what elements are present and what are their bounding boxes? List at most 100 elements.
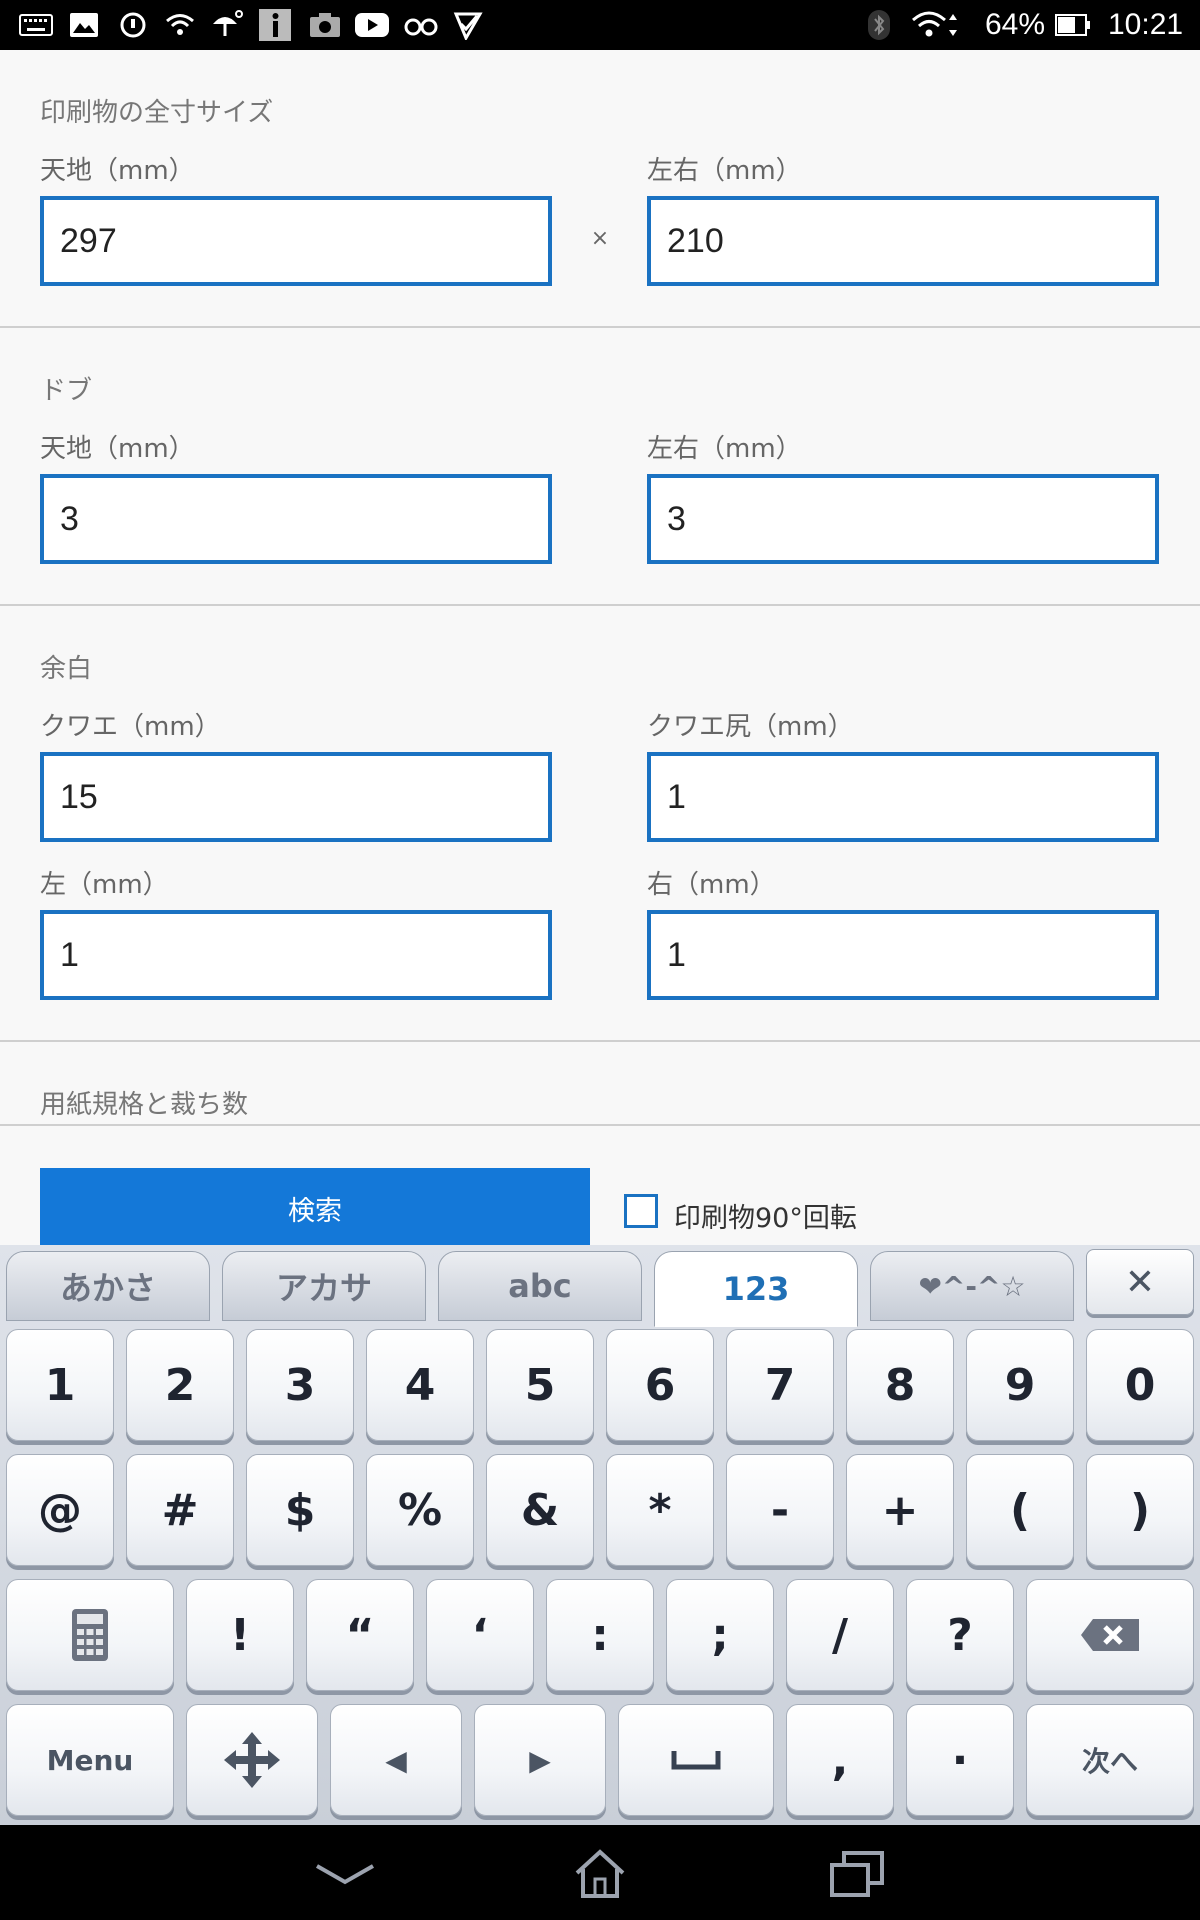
bleed-height-label: 天地（mm） bbox=[40, 434, 195, 464]
key-at[interactable]: @ bbox=[6, 1454, 114, 1566]
kb-tab-hiragana[interactable]: あかさ bbox=[6, 1251, 210, 1321]
key-double-quote[interactable]: “ bbox=[306, 1579, 414, 1691]
rotate-checkbox[interactable] bbox=[624, 1194, 658, 1228]
battery-percent: 64% bbox=[985, 8, 1046, 41]
bleed-width-label: 左右（mm） bbox=[647, 434, 802, 464]
section-title-full-size: 印刷物の全寸サイズ bbox=[40, 98, 274, 128]
gripper-tail-label: クワエ尻（mm） bbox=[647, 712, 854, 742]
keyboard-close-button[interactable]: ✕ bbox=[1086, 1249, 1194, 1315]
key-3[interactable]: 3 bbox=[246, 1329, 354, 1441]
section-divider bbox=[0, 1040, 1200, 1042]
key-open-paren[interactable]: ( bbox=[966, 1454, 1074, 1566]
youtube-icon bbox=[353, 9, 391, 41]
soft-keyboard: あかさ アカサ abc 123 ❤^-^☆ ✕ 1 2 3 4 5 6 7 8 … bbox=[0, 1245, 1200, 1825]
menu-key[interactable]: Menu bbox=[6, 1704, 174, 1816]
bleed-height-input[interactable]: 3 bbox=[40, 474, 552, 564]
backspace-key[interactable] bbox=[1026, 1579, 1194, 1691]
key-semicolon[interactable]: ; bbox=[666, 1579, 774, 1691]
key-hash[interactable]: # bbox=[126, 1454, 234, 1566]
key-8[interactable]: 8 bbox=[846, 1329, 954, 1441]
full-size-height-label: 天地（mm） bbox=[40, 156, 195, 186]
calculator-icon bbox=[72, 1609, 108, 1661]
recent-apps-icon bbox=[830, 1851, 884, 1897]
rotate-label[interactable]: 印刷物90°回転 bbox=[674, 1196, 857, 1235]
key-close-paren[interactable]: ) bbox=[1086, 1454, 1194, 1566]
home-icon bbox=[575, 1849, 625, 1898]
key-dollar[interactable]: $ bbox=[246, 1454, 354, 1566]
key-1[interactable]: 1 bbox=[6, 1329, 114, 1441]
space-key[interactable] bbox=[618, 1704, 774, 1816]
cursor-right-key[interactable]: ▶ bbox=[474, 1704, 606, 1816]
full-size-height-input[interactable]: 297 bbox=[40, 196, 552, 286]
search-button[interactable]: 検索 bbox=[40, 1168, 590, 1245]
battery-icon bbox=[1055, 9, 1091, 41]
camera-icon bbox=[308, 9, 342, 41]
section-divider bbox=[0, 1124, 1200, 1126]
clock: 10:21 bbox=[1108, 8, 1184, 41]
key-question[interactable]: ? bbox=[906, 1579, 1014, 1691]
key-2[interactable]: 2 bbox=[126, 1329, 234, 1441]
home-button[interactable] bbox=[555, 1847, 645, 1901]
margin-left-label: 左（mm） bbox=[40, 870, 169, 900]
recent-apps-button[interactable] bbox=[812, 1847, 902, 1901]
section-title-bleed: ドブ bbox=[40, 376, 93, 406]
glasses-icon bbox=[403, 9, 439, 41]
key-asterisk[interactable]: * bbox=[606, 1454, 714, 1566]
backspace-icon bbox=[1081, 1619, 1139, 1651]
section-divider bbox=[0, 604, 1200, 606]
full-size-width-label: 左右（mm） bbox=[647, 156, 802, 186]
sync-icon bbox=[117, 9, 149, 41]
key-percent[interactable]: % bbox=[366, 1454, 474, 1566]
key-4[interactable]: 4 bbox=[366, 1329, 474, 1441]
gripper-input[interactable]: 15 bbox=[40, 752, 552, 842]
kb-tab-emoticons[interactable]: ❤^-^☆ bbox=[870, 1251, 1074, 1321]
umbrella-weather-icon bbox=[210, 9, 244, 41]
gripper-tail-input[interactable]: 1 bbox=[647, 752, 1159, 842]
keyboard-icon bbox=[18, 9, 54, 41]
check-app-icon bbox=[452, 9, 484, 41]
key-single-quote[interactable]: ‘ bbox=[426, 1579, 534, 1691]
back-icon bbox=[316, 1864, 374, 1885]
key-7[interactable]: 7 bbox=[726, 1329, 834, 1441]
key-0[interactable]: 0 bbox=[1086, 1329, 1194, 1441]
kb-tab-alphabet[interactable]: abc bbox=[438, 1251, 642, 1321]
gripper-label: クワエ（mm） bbox=[40, 712, 221, 742]
cursor-left-key[interactable]: ◀ bbox=[330, 1704, 462, 1816]
bleed-width-input[interactable]: 3 bbox=[647, 474, 1159, 564]
section-title-paper: 用紙規格と裁ち数 bbox=[40, 1090, 249, 1120]
section-title-margin: 余白 bbox=[40, 654, 93, 684]
times-sign: × bbox=[590, 226, 610, 251]
paper-size-form: 印刷物の全寸サイズ 天地（mm） 左右（mm） 297 × 210 ドブ 天地（… bbox=[0, 50, 1200, 1245]
next-key[interactable]: 次へ bbox=[1026, 1704, 1194, 1816]
key-6[interactable]: 6 bbox=[606, 1329, 714, 1441]
key-colon[interactable]: : bbox=[546, 1579, 654, 1691]
info-icon bbox=[258, 9, 292, 41]
bluetooth-icon bbox=[866, 9, 892, 41]
key-minus[interactable]: - bbox=[726, 1454, 834, 1566]
kb-tab-katakana[interactable]: アカサ bbox=[222, 1251, 426, 1321]
cursor-move-key[interactable] bbox=[186, 1704, 318, 1816]
back-button[interactable] bbox=[300, 1847, 390, 1901]
status-bar: 64% 10:21 bbox=[0, 0, 1200, 50]
margin-left-input[interactable]: 1 bbox=[40, 910, 552, 1000]
key-ampersand[interactable]: & bbox=[486, 1454, 594, 1566]
key-comma[interactable]: , bbox=[786, 1704, 894, 1816]
key-5[interactable]: 5 bbox=[486, 1329, 594, 1441]
section-divider bbox=[0, 326, 1200, 328]
navigation-bar bbox=[0, 1825, 1200, 1920]
gallery-icon bbox=[68, 9, 100, 41]
wifi-icon bbox=[164, 9, 196, 41]
move-arrows-icon bbox=[224, 1732, 280, 1788]
wifi-signal-icon bbox=[910, 9, 962, 41]
space-icon bbox=[671, 1751, 721, 1770]
kb-tab-numbers[interactable]: 123 bbox=[654, 1251, 858, 1327]
calculator-key[interactable] bbox=[6, 1579, 174, 1691]
key-slash[interactable]: / bbox=[786, 1579, 894, 1691]
key-period[interactable]: · bbox=[906, 1704, 1014, 1816]
margin-right-label: 右（mm） bbox=[647, 870, 776, 900]
key-exclamation[interactable]: ! bbox=[186, 1579, 294, 1691]
margin-right-input[interactable]: 1 bbox=[647, 910, 1159, 1000]
key-9[interactable]: 9 bbox=[966, 1329, 1074, 1441]
full-size-width-input[interactable]: 210 bbox=[647, 196, 1159, 286]
key-plus[interactable]: + bbox=[846, 1454, 954, 1566]
